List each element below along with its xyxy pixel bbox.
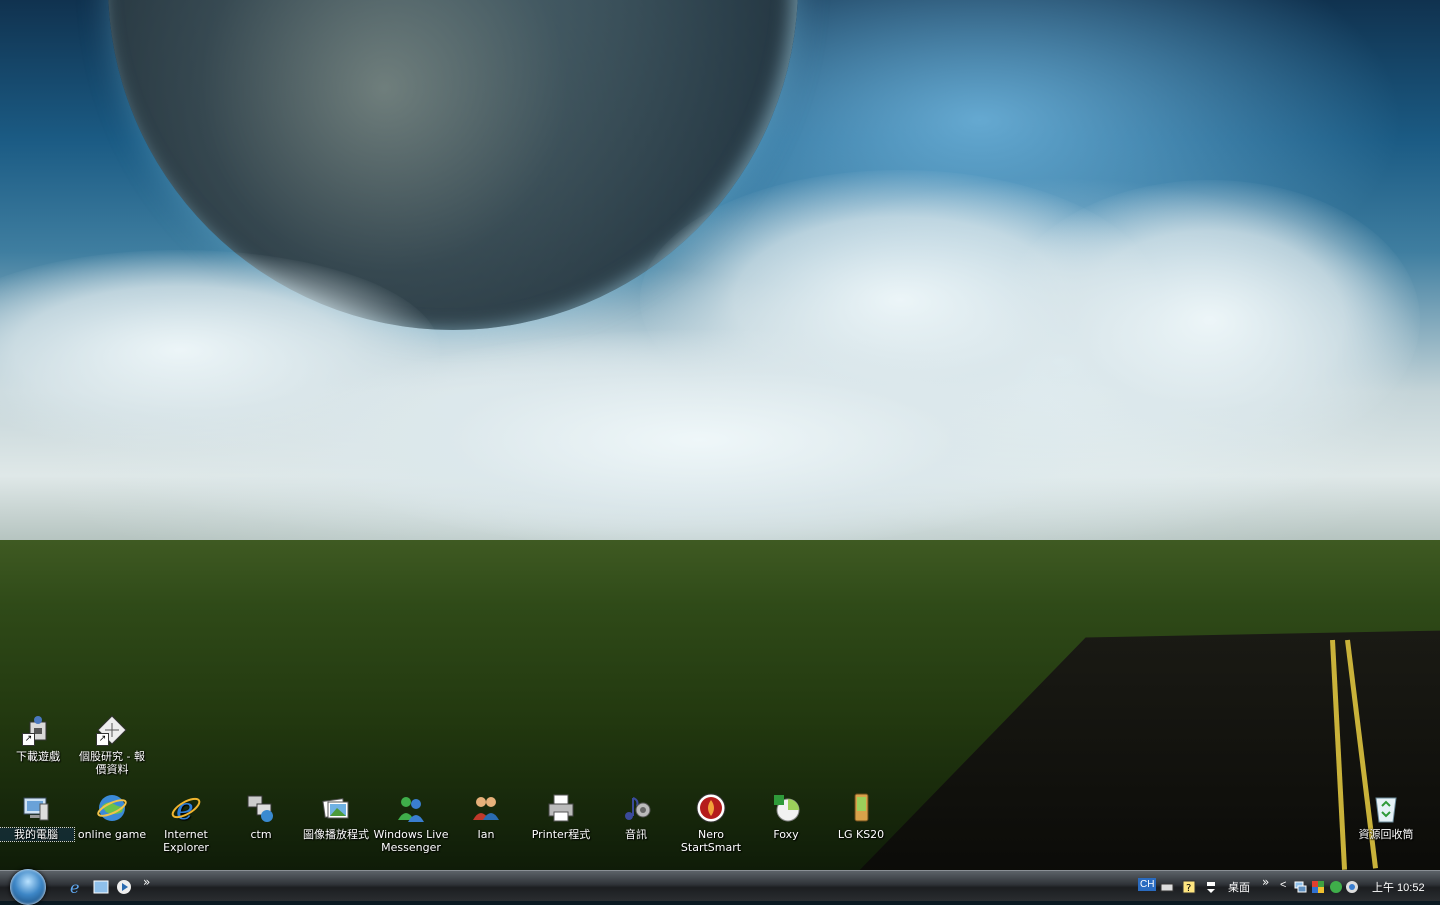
- keyboard-icon[interactable]: [1160, 880, 1174, 894]
- language-options-icon[interactable]: [1204, 880, 1218, 894]
- tray-expand-button[interactable]: <: [1280, 879, 1286, 891]
- foxy-icon: [770, 792, 802, 824]
- image-viewer-icon: [320, 792, 352, 824]
- cloud: [300, 330, 1100, 550]
- quick-launch-ie-icon[interactable]: e: [68, 878, 86, 896]
- nero-icon: [695, 792, 727, 824]
- my-computer-icon: [20, 792, 52, 824]
- desktop-icon-stock-research[interactable]: ↗ 個股研究 - 報價資料: [74, 714, 150, 776]
- network-icon[interactable]: [1293, 880, 1307, 894]
- svg-text:e: e: [70, 878, 79, 896]
- quick-launch-chevron[interactable]: »: [143, 875, 150, 889]
- quick-launch-show-desktop-icon[interactable]: [92, 878, 110, 896]
- help-icon[interactable]: ?: [1182, 880, 1196, 894]
- taskbar: e » CH ? 桌面 » < 上午 10:52: [0, 869, 1440, 905]
- desktop-icon-nero[interactable]: Nero StartSmart: [673, 792, 749, 854]
- recycle-bin-icon: [1370, 792, 1402, 824]
- game-download-shortcut-icon: ↗: [22, 714, 54, 746]
- desktop-icon-internet-explorer[interactable]: e Internet Explorer: [148, 792, 224, 854]
- desktop-icon-recycle-bin[interactable]: 資源回收筒: [1348, 792, 1424, 841]
- internet-explorer-icon: e: [170, 792, 202, 827]
- update-icon[interactable]: [1345, 880, 1359, 894]
- messenger-icon: [395, 792, 427, 824]
- network-computers-icon: [245, 792, 277, 824]
- quick-launch-media-player-icon[interactable]: [115, 878, 133, 896]
- security-alert-icon[interactable]: [1311, 880, 1325, 894]
- stock-research-shortcut-icon: ↗: [96, 714, 128, 746]
- online-game-globe-icon: [96, 792, 128, 824]
- desktop-icon-foxy[interactable]: Foxy: [748, 792, 824, 841]
- desktop-icon-printer[interactable]: Printer程式: [523, 792, 599, 841]
- green-status-icon[interactable]: [1329, 880, 1343, 894]
- desktop-icon-messenger[interactable]: Windows Live Messenger: [373, 792, 449, 854]
- desktop-icon-image-viewer[interactable]: 圖像播放程式: [298, 792, 374, 841]
- user-folder-icon: [470, 792, 502, 824]
- desktop-wallpaper: [0, 0, 1440, 870]
- desktop-toolbar-chevron[interactable]: »: [1262, 875, 1269, 889]
- desktop-icon-game-download[interactable]: ↗ 下載遊戲: [0, 714, 76, 763]
- language-indicator[interactable]: CH: [1138, 878, 1157, 891]
- desktop-icon-audio[interactable]: 音訊: [598, 792, 674, 841]
- desktop-toolbar-label[interactable]: 桌面: [1228, 879, 1250, 895]
- clock[interactable]: 上午 10:52: [1372, 879, 1425, 895]
- desktop-icon-ctm[interactable]: ctm: [223, 792, 299, 841]
- svg-text:?: ?: [1186, 883, 1191, 894]
- desktop-icon-ian[interactable]: Ian: [448, 792, 524, 841]
- printer-icon: [545, 792, 577, 824]
- phone-icon: [845, 792, 877, 824]
- audio-icon: [620, 792, 652, 824]
- desktop-icon-online-game[interactable]: online game: [74, 792, 150, 841]
- desktop-icon-lg-ks20[interactable]: LG KS20: [823, 792, 899, 841]
- svg-text:e: e: [176, 792, 194, 824]
- desktop-icon-my-computer[interactable]: 我的電腦: [0, 792, 75, 842]
